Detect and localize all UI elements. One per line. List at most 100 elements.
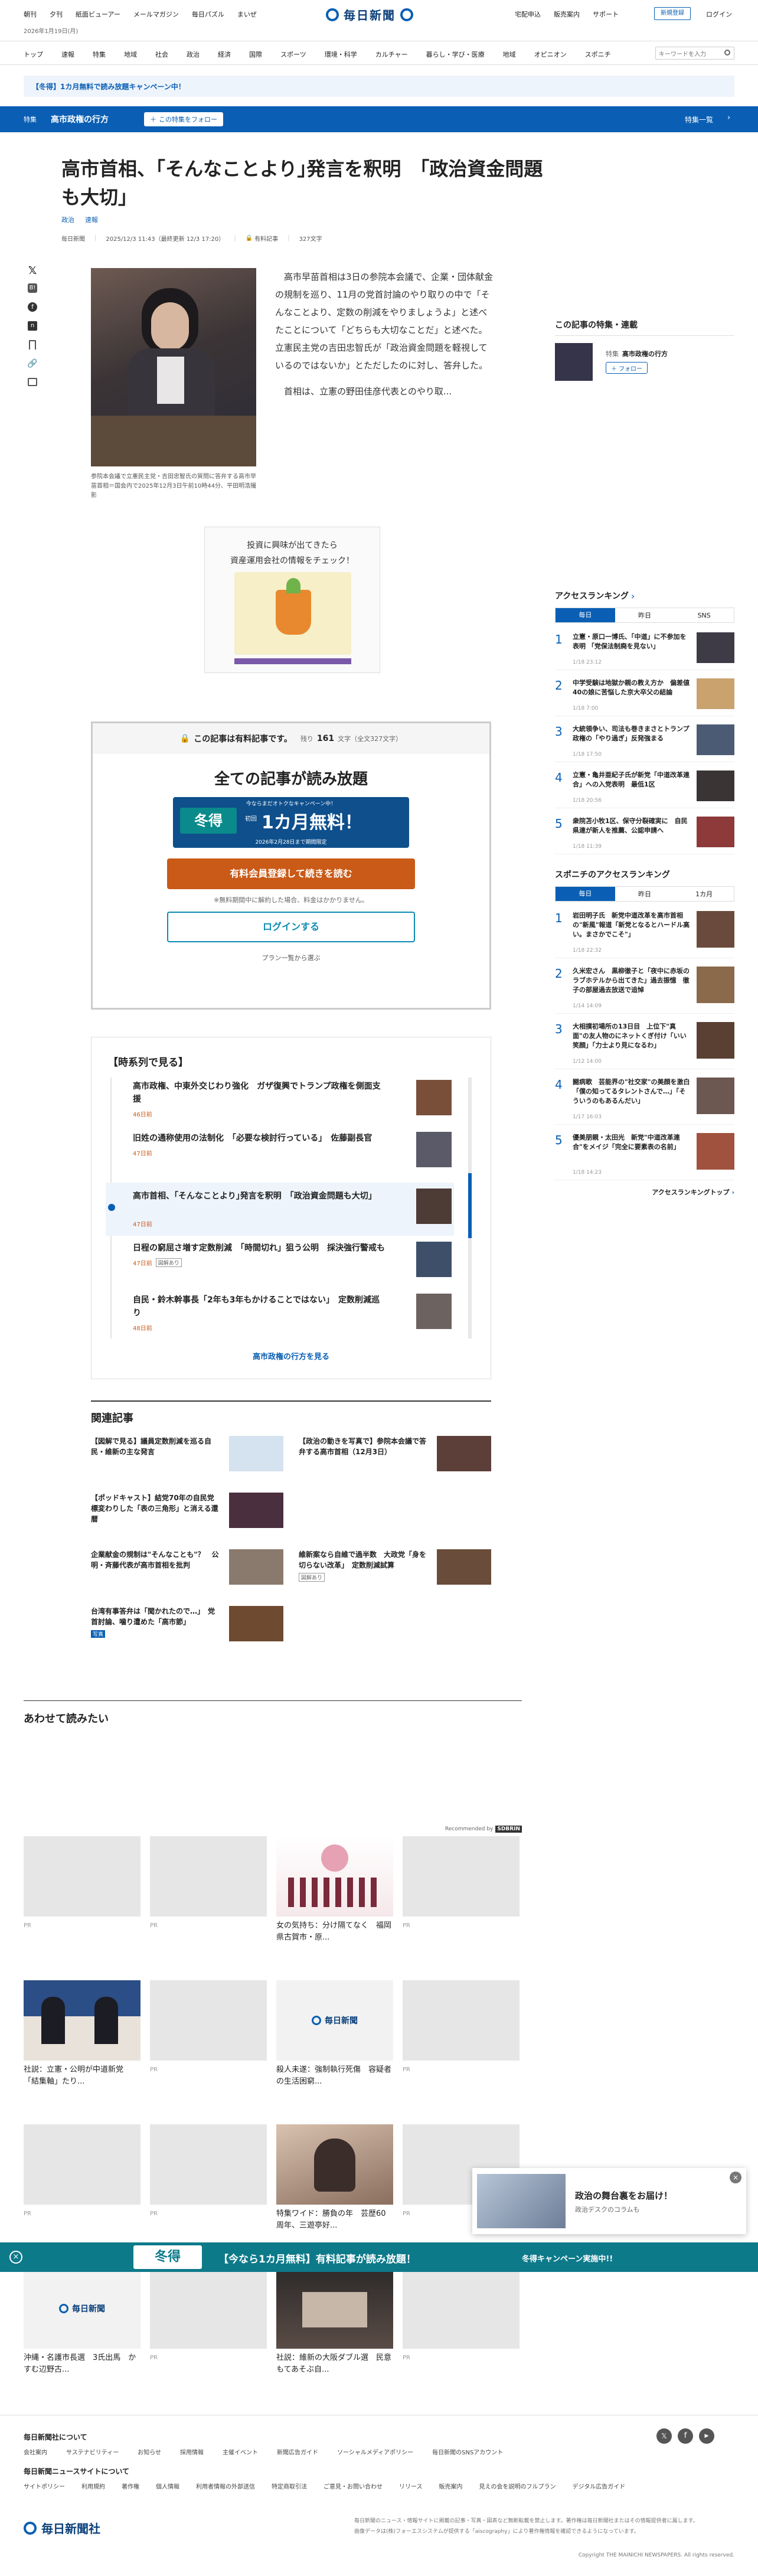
rec-card[interactable]: 特集ワイド：勝負の年 芸歴60周年、三遊亭好... bbox=[276, 2124, 393, 2248]
cat-opinion[interactable]: オピニオン bbox=[534, 50, 567, 59]
footer-logo[interactable]: 毎日新聞社 bbox=[24, 2519, 100, 2536]
rec-card[interactable]: PR bbox=[403, 1836, 520, 1960]
special-list-link[interactable]: 特集一覧 bbox=[685, 115, 713, 125]
timeline-item[interactable]: 日程の窮屈さ増す定数削減 「時間切れ」狙う公明 採決強行警戒も 47日前 図解あ… bbox=[133, 1242, 452, 1291]
bookmark-icon[interactable] bbox=[24, 340, 41, 359]
close-icon[interactable]: × bbox=[730, 2172, 741, 2183]
footer-link[interactable]: 個人情報 bbox=[156, 2482, 179, 2490]
cat-chiiki[interactable]: 地域 bbox=[124, 50, 137, 59]
footer-link[interactable]: お知らせ bbox=[138, 2447, 161, 2456]
cat-kurashi[interactable]: 暮らし・学び・医療 bbox=[426, 50, 485, 59]
footer-link[interactable]: ソーシャルメディアポリシー bbox=[337, 2447, 413, 2456]
cat-culture[interactable]: カルチャー bbox=[375, 50, 408, 59]
ranking-item[interactable]: 1 立憲・原口一博氏、「中道」に不参加を表明 「党保法制廃を見ない」 1/18 23… bbox=[555, 629, 734, 670]
article-photo[interactable] bbox=[91, 268, 256, 466]
outbrain-label[interactable]: Recommended by SDBRIN bbox=[445, 1826, 522, 1833]
timeline-item[interactable]: 旧姓の通称使用の法制化 「必要な検討行っている」 佐藤副長官 47日前 bbox=[133, 1132, 452, 1181]
rec-card[interactable]: 社説：維新の大阪ダブル選 民意もてあそぶ自... bbox=[276, 2268, 393, 2392]
footer-link[interactable]: リリース bbox=[399, 2482, 423, 2490]
nav-takuhai[interactable]: 宅配申込 bbox=[515, 9, 541, 19]
site-logo[interactable]: 毎日新聞 bbox=[326, 6, 413, 23]
facebook-share-icon[interactable]: f bbox=[24, 302, 41, 321]
close-icon[interactable]: × bbox=[9, 2251, 22, 2264]
rec-card[interactable]: PR bbox=[150, 2124, 267, 2248]
cat-kagaku[interactable]: 環境・科学 bbox=[325, 50, 357, 59]
footer-link[interactable]: 採用情報 bbox=[180, 2447, 204, 2456]
related-item[interactable]: 【政治の動きを写真で】参院本会議で答弁する高市首相（12月3日） bbox=[299, 1436, 491, 1477]
ranking-item[interactable]: 3 大統領争い、司法も巻きまさとトランプ政権の「やり過ぎ」反発強まる 1/18 17… bbox=[555, 721, 734, 762]
cat-seiji[interactable]: 政治 bbox=[187, 50, 200, 59]
nav-mailmag[interactable]: メールマガジン bbox=[133, 9, 179, 19]
footer-link[interactable]: 新聞広告ガイド bbox=[277, 2447, 318, 2456]
paywall-login-button[interactable]: ログインする bbox=[167, 912, 415, 942]
ranking-item[interactable]: 5 衆院苫小牧1区、保守分裂確実に 自民県連が新人を推薦、公認申請へ 1/18 11… bbox=[555, 813, 734, 854]
ranking-item[interactable]: 4 立憲・亀井亜紀子氏が新党「中道改革連合」への入党表明 最低1区 1/18 20:… bbox=[555, 767, 734, 808]
sponichi-item[interactable]: 2 久米宏さん 黒柳徹子と「夜中に赤坂のラブホテルから出てきた」過去振憶 徹子の部… bbox=[555, 963, 734, 1014]
x-social-icon[interactable]: 𝕏 bbox=[656, 2428, 672, 2444]
tab-sns[interactable]: SNS bbox=[674, 612, 734, 619]
nav-puzzle[interactable]: 毎日パズル bbox=[192, 9, 224, 19]
rec-card[interactable]: 毎日新聞 殺人未遂：強制執行死傷 容疑者の生活困窮... bbox=[276, 1980, 393, 2104]
note-share-icon[interactable]: n bbox=[24, 321, 41, 340]
tab-yesterday[interactable]: 昨日 bbox=[615, 610, 675, 620]
sidebar-follow-button[interactable]: ＋フォロー bbox=[606, 362, 648, 374]
cat-sports[interactable]: スポーツ bbox=[280, 50, 306, 59]
tag-sokuho[interactable]: 速報 bbox=[85, 215, 98, 224]
related-item[interactable]: 【図解で見る】議員定数削減を巡る自民・維新の主な発言 bbox=[91, 1436, 283, 1477]
timeline-more-link[interactable]: 高市政権の行方を見る bbox=[92, 1350, 491, 1362]
tag-seiji[interactable]: 政治 bbox=[61, 215, 74, 224]
footer-link[interactable]: 毎日新聞のSNSアカウント bbox=[432, 2447, 503, 2456]
login-link[interactable]: ログイン bbox=[706, 9, 732, 19]
rec-card[interactable]: PR bbox=[150, 1980, 267, 2104]
cat-sponichi[interactable]: スポニチ bbox=[585, 50, 611, 59]
campaign-banner[interactable]: 【冬得】1カ月無料で読み放題キャンペーン中！ bbox=[24, 76, 734, 97]
nav-yukan[interactable]: 夕刊 bbox=[50, 9, 63, 19]
related-item[interactable]: 企業献金の規制は"そんなことも"？ 公明・斉藤代表が高市首相を批判 bbox=[91, 1549, 283, 1591]
floating-ad[interactable]: 政治の舞台裏をお届け！ 政治デスクのコラムも × bbox=[472, 2168, 746, 2234]
rec-card[interactable]: PR bbox=[150, 1836, 267, 1960]
rec-card[interactable]: PR bbox=[403, 1980, 520, 2104]
nav-support[interactable]: サポート bbox=[593, 9, 619, 19]
register-button[interactable]: 新規登録 bbox=[654, 7, 691, 20]
footer-link[interactable]: ご意見・お問い合わせ bbox=[324, 2482, 383, 2490]
hatena-share-icon[interactable]: B! bbox=[24, 283, 41, 302]
special-follow-button[interactable]: ＋この特集をフォロー bbox=[144, 112, 223, 126]
footer-link[interactable]: 利用者情報の外部送信 bbox=[196, 2482, 255, 2490]
related-item[interactable]: 【ポッドキャスト】結党70年の自民党 標変わりした「表の三角形」と消える還暦 bbox=[91, 1493, 283, 1534]
footer-link[interactable]: 販売案内 bbox=[439, 2482, 463, 2490]
cat-sokuho[interactable]: 速報 bbox=[61, 50, 74, 59]
footer-link[interactable]: サステナビリティー bbox=[66, 2447, 119, 2456]
rec-card[interactable]: PR bbox=[24, 2124, 141, 2248]
cat-shakai[interactable]: 社会 bbox=[155, 50, 168, 59]
footer-link[interactable]: 著作権 bbox=[122, 2482, 139, 2490]
sponichi-item[interactable]: 3 大相撲初場所の13日目 上位下"真面"の友人物のにネットくぎ付け「いい笑顔」「… bbox=[555, 1018, 734, 1069]
timeline-item[interactable]: 高市政権、中東外交じわり強化 ガザ復興でトランプ政権を側面支援 46日前 bbox=[133, 1080, 452, 1129]
ranking-item[interactable]: 2 中学受験は地獄か親の教え方か 偏差値40の娘に苦悩した京大卒父の結論 1/18 … bbox=[555, 675, 734, 716]
sidebar-special-item[interactable]: 特集 高市政権の行方 ＋フォロー bbox=[555, 343, 734, 390]
footer-link[interactable]: サイトポリシー bbox=[24, 2482, 65, 2490]
sp-tab-daily[interactable]: 毎日 bbox=[556, 887, 615, 901]
footer-link[interactable]: 見えの会を説明のフルプラン bbox=[479, 2482, 556, 2490]
footer-link[interactable]: 会社案内 bbox=[24, 2447, 47, 2456]
timeline-item[interactable]: 自民・鈴木幹事長「2年も3年もかけることではない」 定数削減巡り 48日前 bbox=[133, 1294, 452, 1343]
footer-link[interactable]: 特定商取引法 bbox=[272, 2482, 307, 2490]
sponichi-item[interactable]: 5 優美朋親・太田光 新党"中道改革連合"をメイジ「完全に要素表の名前」 1/18 … bbox=[555, 1129, 734, 1180]
x-share-icon[interactable]: 𝕏 bbox=[24, 265, 41, 283]
related-item[interactable]: 維新案なら自維で過半数 大政党「身を切らない改革」 定数削減試算 図解あり bbox=[299, 1549, 491, 1591]
link-copy-icon[interactable]: 🔗 bbox=[24, 359, 41, 378]
plan-list-link[interactable]: プラン一覧から選ぶ bbox=[93, 953, 489, 962]
rec-card[interactable]: 社説：立憲・公明が中道新党 「結集軸」たり... bbox=[24, 1980, 141, 2104]
sp-tab-month[interactable]: 1カ月 bbox=[674, 889, 734, 899]
related-item[interactable]: 台湾有事答弁は「聞かれたので…」 党首討論、噛り遭めた「高市節」 写真 bbox=[91, 1606, 283, 1653]
footer-link[interactable]: 利用規約 bbox=[81, 2482, 105, 2490]
nav-hanbai[interactable]: 販売案内 bbox=[554, 9, 580, 19]
facebook-social-icon[interactable]: f bbox=[678, 2428, 693, 2444]
bottom-campaign-banner[interactable]: × 冬得 【今なら1カ月無料】有料記事が読み放題！ 冬得キャンペーン実施中!! bbox=[0, 2242, 758, 2272]
ranking-top-link[interactable]: アクセスランキングトップ › bbox=[555, 1187, 734, 1197]
sponichi-item[interactable]: 1 岩田明子氏 新党中道改革を高市首相の"新風"報道「新党となるとハードル高い。ま… bbox=[555, 907, 734, 958]
tab-daily[interactable]: 毎日 bbox=[556, 608, 615, 622]
rec-card[interactable]: PR bbox=[24, 1836, 141, 1960]
cat-top[interactable]: トップ bbox=[24, 50, 43, 59]
search-input[interactable] bbox=[656, 48, 720, 61]
search-icon[interactable] bbox=[724, 50, 730, 55]
